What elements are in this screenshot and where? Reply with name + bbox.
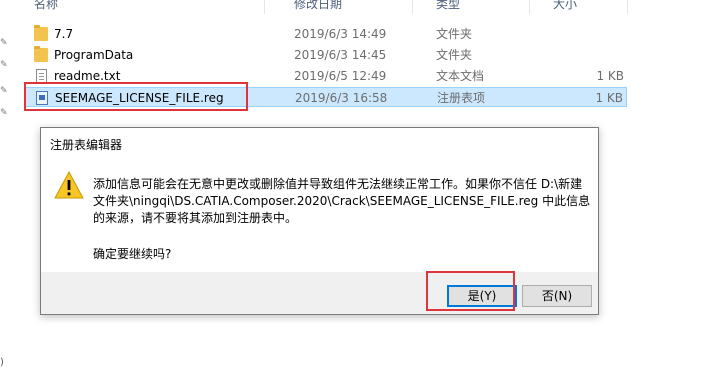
message-line: 添加信息可能会在无意中更改或删除值并导致组件无法继续正常工作。如果你不信任 D:…	[93, 177, 583, 191]
column-divider[interactable]	[264, 0, 265, 14]
file-date: 2019/6/5 12:49	[294, 69, 387, 83]
file-explorer: ✎ ✎ ✎ ✎ ) 名称 修改日期 类型 大小 7.7 2019/6/3 14:…	[0, 0, 701, 372]
file-date: 2019/6/3 14:45	[294, 48, 387, 62]
message-line: 的来源，请不要将其添加到注册表中。	[93, 211, 298, 225]
pin-icon[interactable]: ✎	[0, 108, 10, 118]
message-line: 文件夹\ningqi\DS.CATIA.Composer.2020\Crack\…	[93, 194, 591, 208]
pin-icon[interactable]: ✎	[0, 86, 10, 96]
highlight-box-yes	[426, 271, 515, 311]
file-type: 文本文档	[436, 69, 485, 83]
file-date: 2019/6/3 16:58	[295, 91, 388, 105]
file-type: 文件夹	[436, 48, 473, 62]
text-file-icon	[36, 69, 47, 83]
file-date: 2019/6/3 14:49	[294, 27, 387, 41]
column-header: 名称 修改日期 类型 大小	[24, 0, 701, 14]
file-row-7-7[interactable]: 7.7 2019/6/3 14:49 文件夹	[24, 24, 627, 44]
file-size: 1 KB	[596, 69, 624, 83]
pin-icon[interactable]: ✎	[0, 38, 10, 48]
file-row-programdata[interactable]: ProgramData 2019/6/3 14:45 文件夹	[24, 45, 627, 65]
column-type[interactable]: 类型	[436, 0, 460, 13]
file-size: 1 KB	[595, 91, 623, 105]
folder-icon	[34, 46, 48, 62]
dialog-question: 确定要继续吗?	[93, 247, 172, 261]
column-name[interactable]: 名称	[34, 0, 58, 13]
column-divider[interactable]	[627, 0, 628, 14]
no-button[interactable]: 否(N)	[522, 285, 592, 307]
folder-icon	[34, 25, 48, 41]
dialog-message: 添加信息可能会在无意中更改或删除值并导致组件无法继续正常工作。如果你不信任 D:…	[93, 176, 593, 227]
navigation-pane-edge: ✎ ✎ ✎ ✎ )	[0, 0, 10, 372]
column-divider[interactable]	[529, 0, 530, 14]
highlight-box-file	[24, 82, 248, 111]
column-size[interactable]: 大小	[553, 0, 577, 13]
file-type: 文件夹	[436, 27, 473, 41]
edge-text: )	[0, 357, 4, 368]
column-divider[interactable]	[412, 0, 413, 14]
registry-editor-dialog: 注册表编辑器 添加信息可能会在无意中更改或删除值并导致组件无法继续正常工作。如果…	[40, 127, 599, 315]
warning-icon	[54, 171, 84, 199]
file-name: ProgramData	[54, 48, 134, 62]
file-name: 7.7	[54, 27, 74, 41]
file-type: 注册表项	[437, 91, 486, 105]
pin-icon[interactable]: ✎	[0, 60, 10, 70]
dialog-title: 注册表编辑器	[50, 138, 123, 152]
column-date[interactable]: 修改日期	[294, 0, 342, 13]
